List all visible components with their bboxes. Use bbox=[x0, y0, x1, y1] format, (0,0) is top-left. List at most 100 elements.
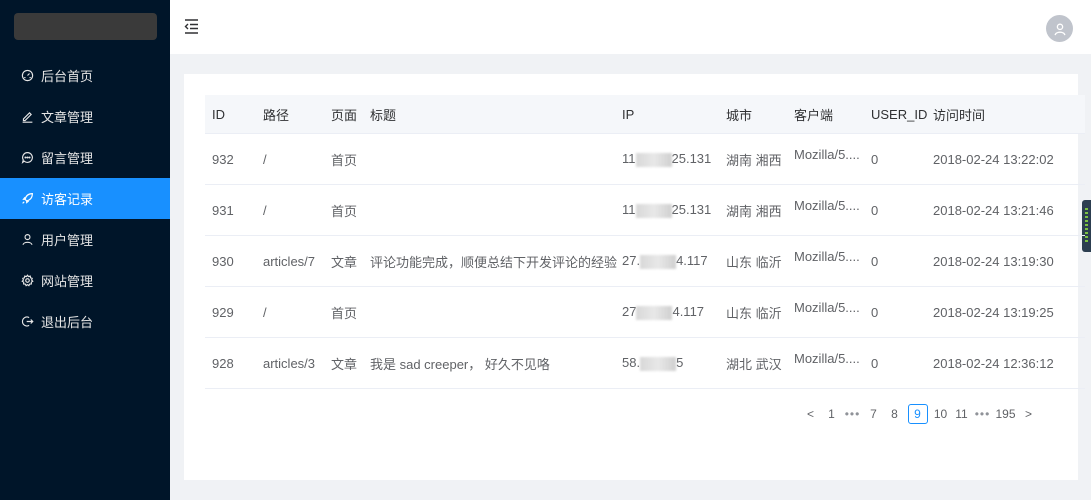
cell-time: 2018-02-24 13:21:46 bbox=[933, 202, 1054, 218]
table-row: 932 / 首页 11 25.131 湖南 湘西 Mozilla/5.... 0 … bbox=[205, 134, 1085, 185]
cell-city: 山东 临沂 bbox=[726, 305, 782, 321]
logout-icon bbox=[20, 315, 34, 329]
column-header-path: 路径 bbox=[263, 107, 290, 123]
cell-time: 2018-02-24 12:36:12 bbox=[933, 355, 1054, 371]
pagination: < 1 ••• 7 8 9 10 11 ••• 195 > bbox=[800, 404, 1039, 424]
dashboard-icon bbox=[20, 69, 34, 83]
page-button[interactable]: 8 bbox=[887, 404, 903, 424]
page-button[interactable]: 195 bbox=[996, 404, 1016, 424]
cell-ip: 27. 4.117 bbox=[622, 253, 708, 269]
cell-id: 930 bbox=[212, 253, 234, 269]
header bbox=[170, 0, 1091, 54]
visitor-table: ID 路径 页面 标题 IP 城市 客户端 USER_ID 访问时间 932 /… bbox=[205, 95, 1085, 389]
ip-redaction bbox=[635, 152, 672, 167]
sidebar-item-label: 退出后台 bbox=[41, 315, 94, 330]
more-pages-button[interactable]: ••• bbox=[975, 404, 991, 424]
cell-page: 首页 bbox=[331, 152, 358, 168]
rocket-icon bbox=[20, 192, 34, 206]
logo bbox=[14, 13, 157, 40]
cell-ip: 11 25.131 bbox=[622, 151, 712, 167]
cell-page: 首页 bbox=[331, 203, 358, 219]
cell-path: / bbox=[263, 304, 267, 320]
column-header-title: 标题 bbox=[370, 107, 397, 123]
prev-page-button[interactable]: < bbox=[803, 404, 819, 424]
column-header-city: 城市 bbox=[726, 107, 753, 123]
edit-icon bbox=[20, 110, 34, 124]
cell-ip: 11 25.131 bbox=[622, 202, 712, 218]
cell-id: 932 bbox=[212, 151, 234, 167]
cell-path: articles/3 bbox=[263, 355, 316, 371]
cell-city: 山东 临沂 bbox=[726, 254, 782, 270]
column-header-user-id: USER_ID bbox=[871, 106, 928, 122]
cell-ip: 58. 5 bbox=[622, 355, 684, 371]
message-icon bbox=[20, 151, 34, 165]
sidebar-menu: 后台首页 文章管理 留言管理 访客记录 用户管理 网站管理 退出后台 bbox=[0, 55, 170, 342]
ip-redaction bbox=[635, 203, 672, 218]
more-pages-button[interactable]: ••• bbox=[845, 404, 861, 424]
cell-id: 929 bbox=[212, 304, 234, 320]
gear-icon bbox=[20, 274, 34, 288]
table-header: ID 路径 页面 标题 IP 城市 客户端 USER_ID 访问时间 bbox=[205, 95, 1085, 134]
cell-time: 2018-02-24 13:19:30 bbox=[933, 253, 1054, 269]
sidebar-item-visitors[interactable]: 访客记录 bbox=[0, 178, 170, 219]
page-button[interactable]: 10 bbox=[933, 404, 949, 424]
cell-title: 我是 sad creeper， 好久不见咯 bbox=[370, 356, 550, 372]
cell-client: Mozilla/5.... bbox=[794, 300, 860, 315]
cell-page: 文章 bbox=[331, 356, 358, 372]
cell-time: 2018-02-24 13:22:02 bbox=[933, 151, 1054, 167]
next-page-button[interactable]: > bbox=[1021, 404, 1037, 424]
cell-client: Mozilla/5.... bbox=[794, 198, 860, 213]
cell-client: Mozilla/5.... bbox=[794, 147, 860, 162]
cell-client: Mozilla/5.... bbox=[794, 351, 860, 366]
cell-id: 928 bbox=[212, 355, 234, 371]
cell-user-id: 0 bbox=[871, 355, 879, 371]
cell-path: / bbox=[263, 151, 267, 167]
cell-user-id: 0 bbox=[871, 253, 879, 269]
page-button[interactable]: 1 bbox=[824, 404, 840, 424]
cell-user-id: 0 bbox=[871, 202, 879, 218]
sidebar-item-logout[interactable]: 退出后台 bbox=[0, 301, 170, 342]
page-button[interactable]: 11 bbox=[954, 404, 970, 424]
cell-title: 评论功能完成，顺便总结下开发评论的经验 bbox=[370, 254, 618, 270]
sidebar-item-label: 用户管理 bbox=[41, 233, 94, 248]
cell-page: 文章 bbox=[331, 254, 358, 270]
menu-fold-icon[interactable] bbox=[184, 17, 200, 35]
cell-path: / bbox=[263, 202, 267, 218]
cell-city: 湖南 湘西 bbox=[726, 152, 782, 168]
sidebar-item-articles[interactable]: 文章管理 bbox=[0, 96, 170, 137]
sidebar-item-label: 访客记录 bbox=[41, 192, 94, 207]
table-row: 931 / 首页 11 25.131 湖南 湘西 Mozilla/5.... 0 … bbox=[205, 185, 1085, 236]
table-row: 928 articles/3 文章 我是 sad creeper， 好久不见咯 … bbox=[205, 338, 1085, 389]
column-header-client: 客户端 bbox=[794, 107, 834, 123]
column-header-time: 访问时间 bbox=[933, 107, 986, 123]
column-header-page: 页面 bbox=[331, 107, 358, 123]
cell-ip: 27 4.117 bbox=[622, 304, 705, 320]
sidebar-item-users[interactable]: 用户管理 bbox=[0, 219, 170, 260]
sidebar-item-label: 文章管理 bbox=[41, 110, 94, 125]
table-row: 929 / 首页 27 4.117 山东 临沂 Mozilla/5.... 0 2… bbox=[205, 287, 1085, 338]
cell-city: 湖南 湘西 bbox=[726, 203, 782, 219]
sidebar-item-messages[interactable]: 留言管理 bbox=[0, 137, 170, 178]
cell-client: Mozilla/5.... bbox=[794, 249, 860, 264]
cell-id: 931 bbox=[212, 202, 234, 218]
column-header-ip: IP bbox=[622, 106, 635, 122]
user-avatar-icon[interactable] bbox=[1046, 15, 1073, 42]
sidebar: 后台首页 文章管理 留言管理 访客记录 用户管理 网站管理 退出后台 bbox=[0, 0, 170, 500]
cell-city: 湖北 武汉 bbox=[726, 356, 782, 372]
cell-time: 2018-02-24 13:19:25 bbox=[933, 304, 1054, 320]
sidebar-item-label: 留言管理 bbox=[41, 151, 94, 166]
user-icon bbox=[20, 233, 34, 247]
cell-page: 首页 bbox=[331, 305, 358, 321]
sidebar-item-site[interactable]: 网站管理 bbox=[0, 260, 170, 301]
sidebar-item-label: 后台首页 bbox=[41, 69, 94, 84]
sidebar-item-label: 网站管理 bbox=[41, 274, 94, 289]
ip-redaction bbox=[640, 254, 677, 269]
sidebar-item-dashboard[interactable]: 后台首页 bbox=[0, 55, 170, 96]
page-button[interactable]: 7 bbox=[866, 404, 882, 424]
cell-user-id: 0 bbox=[871, 151, 879, 167]
current-page-button[interactable]: 9 bbox=[907, 404, 928, 424]
cell-path: articles/7 bbox=[263, 253, 316, 269]
column-header-id: ID bbox=[212, 106, 225, 122]
ip-redaction bbox=[640, 356, 677, 371]
cell-user-id: 0 bbox=[871, 304, 879, 320]
